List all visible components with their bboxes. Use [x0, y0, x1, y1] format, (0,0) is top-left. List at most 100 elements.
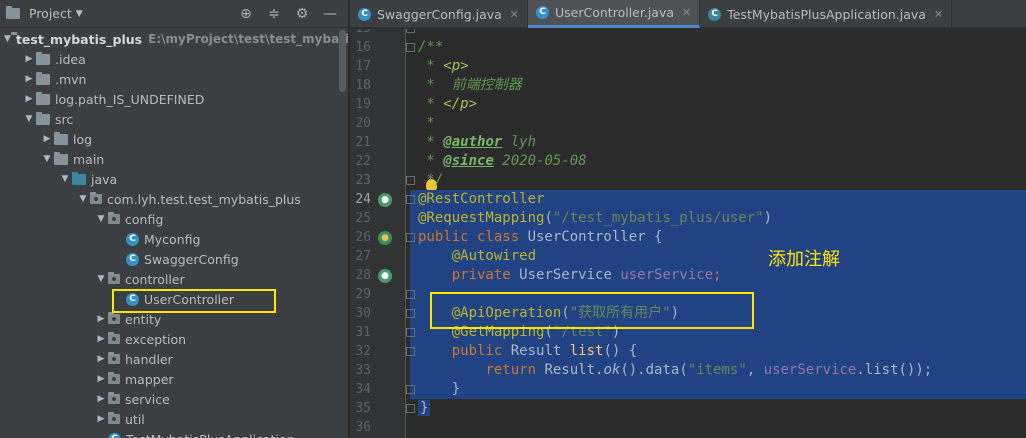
code-line[interactable]: *	[410, 114, 1026, 133]
code-token: *	[418, 134, 444, 150]
spring-bean-icon[interactable]: ●	[378, 231, 392, 245]
locate-icon[interactable]: ⊕	[238, 6, 254, 22]
tree-item[interactable]: C SwaggerConfig	[0, 249, 336, 269]
tab-testmybatisplusapplication[interactable]: C TestMybatisPlusApplication.java ✕	[700, 0, 953, 28]
collapsed-arrow-icon[interactable]: ▶	[22, 94, 36, 104]
gear-icon[interactable]: ⚙	[294, 6, 310, 22]
tree-item[interactable]: ▶ .mvn	[0, 69, 336, 89]
code-line[interactable]	[410, 418, 1026, 437]
folder-icon	[36, 51, 50, 65]
hide-icon[interactable]: —	[322, 6, 338, 22]
close-icon[interactable]: ✕	[682, 6, 691, 19]
fold-marker-icon[interactable]	[406, 385, 415, 394]
spring-bean-icon[interactable]: ●	[378, 193, 392, 207]
tree-item[interactable]: ▼ config	[0, 209, 336, 229]
tree-item[interactable]: ▼ java	[0, 169, 336, 189]
collapse-all-icon[interactable]: ≑	[266, 6, 282, 22]
tab-usercontroller[interactable]: C UserController.java ✕	[528, 0, 701, 28]
expanded-arrow-icon[interactable]: ▼	[4, 34, 11, 44]
code-line[interactable]: public class UserController {	[410, 228, 1026, 247]
tree-item[interactable]: ▶ log.path_IS_UNDEFINED	[0, 89, 336, 109]
tree-item[interactable]: ▼ main	[0, 149, 336, 169]
code-line[interactable]: * @since 2020-05-08	[410, 152, 1026, 171]
code-line[interactable]: }	[410, 380, 1026, 399]
tree-item-label: TestMybatisPlusApplication	[126, 432, 295, 438]
collapsed-arrow-icon[interactable]: ▶	[94, 334, 108, 344]
fold-marker-icon[interactable]	[406, 404, 415, 413]
code-line[interactable]	[410, 29, 1026, 38]
tree-item[interactable]: ▼ com.lyh.test.test_mybatis_plus	[0, 189, 336, 209]
tree-item[interactable]: ▶ service	[0, 389, 336, 409]
collapsed-arrow-icon[interactable]: ▶	[22, 54, 36, 64]
collapsed-arrow-icon[interactable]: ▶	[94, 394, 108, 404]
expanded-arrow-icon[interactable]: ▼	[94, 214, 108, 224]
fold-marker-icon[interactable]	[406, 233, 415, 242]
collapsed-arrow-icon[interactable]: ▶	[94, 314, 108, 324]
collapsed-arrow-icon[interactable]: ▶	[94, 414, 108, 424]
spring-bean-icon[interactable]: ●	[378, 269, 392, 283]
annotation-note: 添加注解	[768, 249, 840, 270]
fold-marker-icon[interactable]	[406, 309, 415, 318]
code-line[interactable]: /**	[410, 38, 1026, 57]
tree-item[interactable]: ▼ controller	[0, 269, 336, 289]
code-line[interactable]: * <p>	[410, 57, 1026, 76]
code-token: public	[451, 343, 511, 359]
tab-swaggerconfig[interactable]: C SwaggerConfig.java ✕	[350, 0, 529, 28]
expanded-arrow-icon[interactable]: ▼	[40, 154, 54, 164]
expanded-arrow-icon[interactable]: ▼	[58, 174, 72, 184]
fold-marker-icon[interactable]	[406, 176, 415, 185]
code-line[interactable]: * 前端控制器	[410, 76, 1026, 95]
project-view-selector[interactable]: Project ▼	[6, 6, 83, 21]
line-number: 23	[355, 173, 371, 188]
fold-marker-icon[interactable]	[406, 347, 415, 356]
collapsed-arrow-icon[interactable]: ▶	[94, 374, 108, 384]
code-line[interactable]: return Result.ok().data("items", userSer…	[410, 361, 1026, 380]
code-line[interactable]: * </p>	[410, 95, 1026, 114]
code-line[interactable]: @RequestMapping("/test_mybatis_plus/user…	[410, 209, 1026, 228]
fold-marker-icon[interactable]	[406, 29, 415, 33]
tree-item[interactable]: ▶ handler	[0, 349, 336, 369]
code-editor[interactable]: 15 16 17 18 19 20 21 22 23 24 25 26 27 28 29 30 31 32 33 34…	[350, 29, 1026, 438]
tree-item[interactable]: ▼ test_mybatis_plus E:\myProject\test\test…	[0, 29, 348, 49]
code-area[interactable]: /** * <p> * 前端控制器 * </p> * * @author lyh…	[410, 29, 1026, 438]
code-line[interactable]: * @author lyh	[410, 133, 1026, 152]
class-icon: C	[126, 232, 139, 246]
code-token: ;	[713, 267, 722, 283]
close-icon[interactable]: ✕	[934, 8, 943, 21]
expanded-arrow-icon[interactable]: ▼	[76, 194, 90, 204]
expanded-arrow-icon[interactable]: ▼	[22, 114, 36, 124]
fold-marker-icon[interactable]	[406, 43, 415, 52]
collapsed-arrow-icon[interactable]: ▶	[22, 74, 36, 84]
tree-item[interactable]: ▶ .idea	[0, 49, 336, 69]
package-icon	[108, 272, 120, 284]
collapsed-arrow-icon[interactable]: ▶	[40, 134, 54, 144]
code-line[interactable]: */	[410, 171, 1026, 190]
expanded-arrow-icon[interactable]: ▼	[94, 274, 108, 284]
tree-scrollbar[interactable]	[339, 30, 346, 92]
code-line[interactable]: private UserService userService;	[410, 266, 1026, 285]
package-icon	[108, 312, 120, 324]
code-line[interactable]: @Autowired	[410, 247, 1026, 266]
code-line[interactable]: @RestController	[410, 190, 1026, 209]
tree-item[interactable]: ▶ exception	[0, 329, 336, 349]
tree-item-label: test_mybatis_plus	[15, 31, 143, 47]
fold-marker-icon[interactable]	[406, 195, 415, 204]
tree-item-label: SwaggerConfig	[144, 251, 239, 267]
fold-marker-icon[interactable]	[406, 290, 415, 299]
collapsed-arrow-icon[interactable]: ▶	[94, 354, 108, 364]
tree-item[interactable]: ▼ src	[0, 109, 336, 129]
code-token: <p>	[443, 58, 469, 74]
tree-item[interactable]: ▶ log	[0, 129, 336, 149]
code-token: @since	[443, 153, 494, 169]
tree-item[interactable]: ▶ mapper	[0, 369, 336, 389]
tree-item[interactable]: C Myconfig	[0, 229, 336, 249]
close-icon[interactable]: ✕	[510, 8, 519, 21]
fold-marker-icon[interactable]	[406, 328, 415, 337]
tree-item[interactable]: C TestMybatisPlusApplication	[0, 429, 336, 438]
tree-item-label: log	[73, 131, 93, 147]
code-line[interactable]: public Result list() {	[410, 342, 1026, 361]
code-line[interactable]: }	[410, 399, 1026, 418]
class-icon: C	[358, 7, 371, 21]
tree-item[interactable]: ▶ util	[0, 409, 336, 429]
